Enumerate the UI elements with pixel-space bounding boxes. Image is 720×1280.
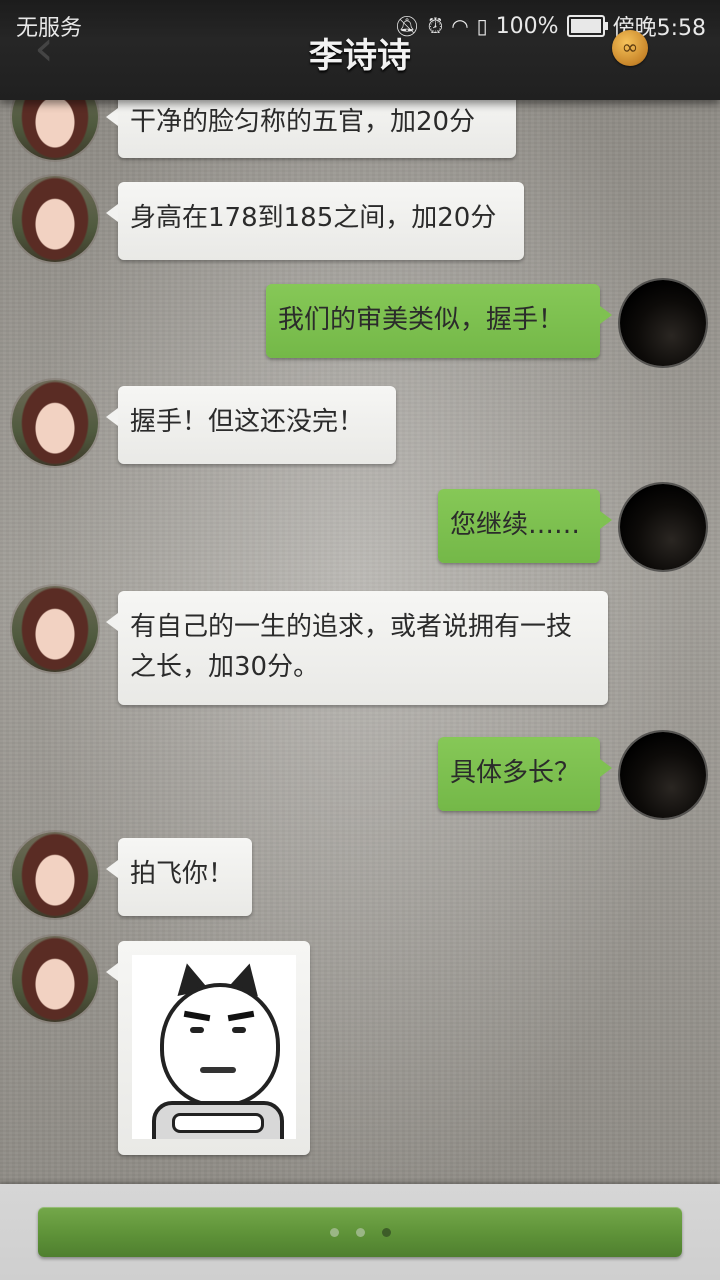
sticker-eye xyxy=(232,1027,246,1033)
message-text: 干净的脸匀称的五官，加20分 xyxy=(130,107,476,137)
message-bubble-outgoing: 您继续…… xyxy=(438,489,612,563)
message-text: 拍飞你！ xyxy=(130,859,235,889)
message-text: 握手！但这还没完！ xyxy=(130,407,365,437)
typing-dot xyxy=(330,1228,339,1237)
message-bubble-outgoing: 具体多长？ xyxy=(438,737,612,811)
sticker-mouth xyxy=(200,1067,236,1073)
user-avatar[interactable] xyxy=(620,280,706,366)
user-avatar[interactable] xyxy=(620,732,706,818)
sticker-eye xyxy=(190,1027,204,1033)
message-text: 身高在178到185之间，加20分 xyxy=(130,203,497,233)
message-bubble-incoming: 身高在178到185之间，加20分 xyxy=(106,182,524,260)
typing-dot-active xyxy=(382,1228,391,1237)
message-bubble-incoming: 握手！但这还没完！ xyxy=(106,386,396,464)
message-text: 具体多长？ xyxy=(450,758,581,788)
smug-cat-face-sticker xyxy=(132,955,296,1139)
user-avatar[interactable] xyxy=(620,484,706,570)
sticker-arms xyxy=(172,1113,264,1133)
contact-avatar[interactable] xyxy=(12,380,98,466)
contact-avatar[interactable] xyxy=(12,176,98,262)
sticker-head xyxy=(160,983,280,1107)
infinity-badge-icon[interactable]: ∞ xyxy=(612,30,648,66)
message-text: 您继续…… xyxy=(450,510,581,540)
typing-dot xyxy=(356,1228,365,1237)
contact-avatar[interactable] xyxy=(12,586,98,672)
contact-avatar[interactable] xyxy=(12,832,98,918)
message-bubble-sticker[interactable] xyxy=(106,941,310,1155)
message-text: 我们的审美类似，握手！ xyxy=(278,305,565,335)
message-bubble-outgoing: 我们的审美类似，握手！ xyxy=(266,284,612,358)
message-bubble-incoming: 拍飞你！ xyxy=(106,838,252,916)
message-text: 有自己的一生的追求，或者说拥有一技之长，加30分。 xyxy=(130,612,573,682)
contact-avatar[interactable] xyxy=(12,936,98,1022)
title-bar: 无服务 🔕︎ ⏰︎ ◠ ▯ 100% 傍晚5:58 ‹ 李诗诗 ∞ xyxy=(0,0,720,100)
message-bubble-incoming: 有自己的一生的追求，或者说拥有一技之长，加30分。 xyxy=(106,591,608,705)
